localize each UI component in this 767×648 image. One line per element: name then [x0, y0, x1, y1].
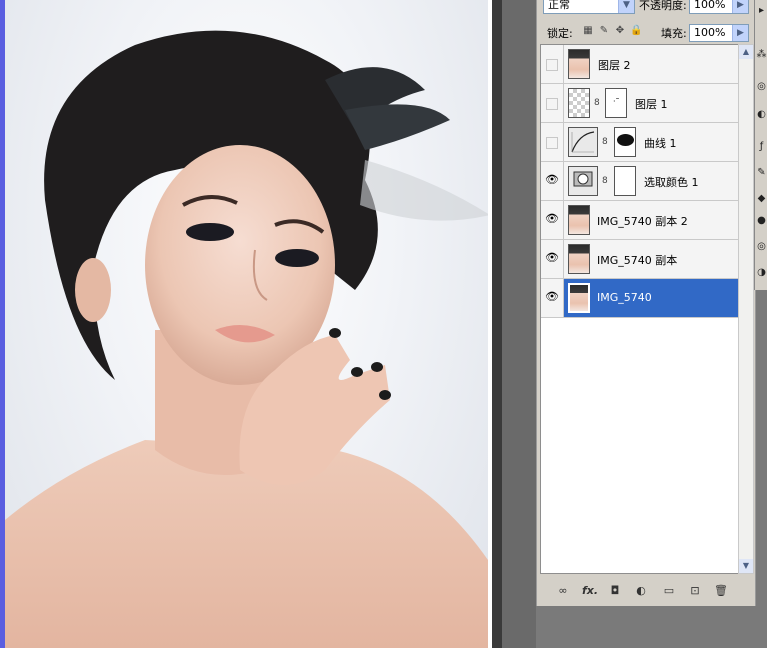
hidden-visibility-box	[546, 59, 558, 71]
lock-position-icon[interactable]: ✥	[614, 25, 626, 37]
chevron-down-icon[interactable]: ▼	[618, 0, 634, 13]
panel-icon-2[interactable]: ⁂	[755, 48, 767, 62]
adjustment-layer-icon[interactable]: ◐	[633, 584, 649, 598]
visibility-toggle[interactable]	[541, 84, 564, 122]
layer-row[interactable]: 图层 2	[541, 45, 739, 84]
hidden-visibility-box	[546, 98, 558, 110]
layer-name: 曲线 1	[644, 137, 677, 150]
layer-thumbnail	[568, 88, 590, 118]
layer-name: IMG_5740	[597, 291, 652, 304]
chevron-right-icon[interactable]: ▶	[732, 0, 748, 13]
opacity-value: 100%	[694, 0, 726, 11]
curves-graph-icon	[571, 131, 595, 153]
blend-mode-select[interactable]: 正常 ▼	[543, 0, 635, 14]
panel-icon-4[interactable]: ◐	[755, 108, 767, 122]
layer-thumbnail	[568, 283, 590, 313]
blend-options-row: 正常 ▼ 不透明度: 100% ▶	[537, 0, 755, 17]
panel-icon-1[interactable]: ▸	[755, 4, 767, 18]
layer-row[interactable]: 👁 IMG_5740 副本	[541, 240, 739, 279]
visibility-toggle[interactable]: 👁	[541, 279, 564, 317]
chevron-right-icon[interactable]: ▶	[732, 25, 748, 41]
workspace-background	[536, 606, 767, 648]
layers-panel: 正常 ▼ 不透明度: 100% ▶ 锁定: ▦ ✎ ✥ 🔒 填充: 100% ▶…	[536, 0, 756, 606]
visibility-toggle[interactable]	[541, 45, 564, 83]
canvas-background	[502, 0, 536, 648]
layer-thumbnail	[568, 205, 590, 235]
eye-icon[interactable]: 👁	[545, 213, 559, 224]
fill-label: 填充:	[661, 27, 687, 40]
canvas-area[interactable]	[0, 0, 536, 648]
blend-mode-value: 正常	[548, 0, 570, 11]
eye-icon[interactable]: 👁	[545, 252, 559, 263]
scroll-up-icon[interactable]: ▲	[739, 45, 753, 59]
visibility-toggle[interactable]: 👁	[541, 162, 564, 200]
panel-icon-8[interactable]: ●	[755, 214, 767, 228]
visibility-toggle[interactable]: 👁	[541, 201, 564, 239]
portrait-image	[5, 30, 488, 648]
panel-icon-10[interactable]: ◑	[755, 266, 767, 280]
new-group-icon[interactable]: ▭	[661, 584, 677, 598]
new-layer-icon[interactable]: ⊡	[687, 584, 703, 598]
layer-row[interactable]: 8 ·˜ 图层 1	[541, 84, 739, 123]
panel-icon-9[interactable]: ◎	[755, 240, 767, 254]
layer-row[interactable]: 👁 IMG_5740 副本 2	[541, 201, 739, 240]
panel-icon-7[interactable]: ◆	[755, 192, 767, 206]
link-layers-icon[interactable]: ∞	[555, 584, 571, 598]
layer-name: IMG_5740 副本 2	[597, 215, 688, 228]
selective-color-adjustment-icon	[568, 166, 598, 196]
panel-icon-5[interactable]: ƒ	[755, 140, 767, 154]
add-mask-icon[interactable]: ◘	[607, 584, 623, 598]
panel-icon-3[interactable]: ◎	[755, 80, 767, 94]
lock-pixels-icon[interactable]: ✎	[598, 25, 610, 37]
fill-value: 100%	[694, 26, 726, 39]
mask-link-icon[interactable]: 8	[602, 137, 608, 147]
layer-thumbnail	[568, 244, 590, 274]
opacity-field[interactable]: 100% ▶	[689, 0, 749, 14]
layer-name: 图层 2	[598, 59, 631, 72]
right-tool-strip: ▸ ⁂ ◎ ◐ ƒ ✎ ◆ ● ◎ ◑	[754, 0, 767, 290]
curves-adjustment-icon	[568, 127, 598, 157]
fill-field[interactable]: 100% ▶	[689, 24, 749, 42]
layer-row[interactable]: 8 曲线 1	[541, 123, 739, 162]
layer-name: 选取颜色 1	[644, 176, 699, 189]
mask-link-icon[interactable]: 8	[594, 98, 600, 108]
layer-mask-thumbnail	[614, 166, 636, 196]
lock-options-row: 锁定: ▦ ✎ ✥ 🔒 填充: 100% ▶	[537, 22, 755, 42]
fx-icon[interactable]: fx.	[579, 584, 601, 598]
layer-mask-thumbnail	[614, 127, 636, 157]
opacity-label: 不透明度:	[639, 0, 687, 12]
hidden-visibility-box	[546, 137, 558, 149]
scroll-down-icon[interactable]: ▼	[739, 559, 753, 573]
layer-row-selected[interactable]: 👁 IMG_5740	[541, 279, 739, 318]
layer-mask-thumbnail: ·˜	[605, 88, 627, 118]
layer-name: IMG_5740 副本	[597, 254, 678, 267]
lock-label: 锁定:	[547, 27, 573, 40]
panel-icon-6[interactable]: ✎	[755, 166, 767, 180]
document-shadow	[492, 0, 502, 648]
layer-name: 图层 1	[635, 98, 668, 111]
layers-scrollbar[interactable]: ▲ ▼	[738, 44, 754, 574]
lock-all-icon[interactable]: 🔒	[630, 25, 642, 37]
eye-icon[interactable]: 👁	[545, 291, 559, 302]
layers-panel-footer: ∞ fx. ◘ ◐ ▭ ⊡ 🗑	[537, 580, 755, 602]
mask-link-icon[interactable]: 8	[602, 176, 608, 186]
layers-list: 图层 2 8 ·˜ 图层 1 8 曲线 1 👁 8 选取颜色 1 👁 IMG_5…	[540, 44, 740, 574]
selective-color-glyph-icon	[573, 171, 593, 187]
eye-icon[interactable]: 👁	[545, 174, 559, 185]
visibility-toggle[interactable]	[541, 123, 564, 161]
trash-icon[interactable]: 🗑	[713, 584, 729, 598]
lock-transparency-icon[interactable]: ▦	[582, 25, 594, 37]
layer-thumbnail	[568, 49, 590, 79]
visibility-toggle[interactable]: 👁	[541, 240, 564, 278]
document-photo[interactable]	[5, 0, 488, 648]
layer-row[interactable]: 👁 8 选取颜色 1	[541, 162, 739, 201]
